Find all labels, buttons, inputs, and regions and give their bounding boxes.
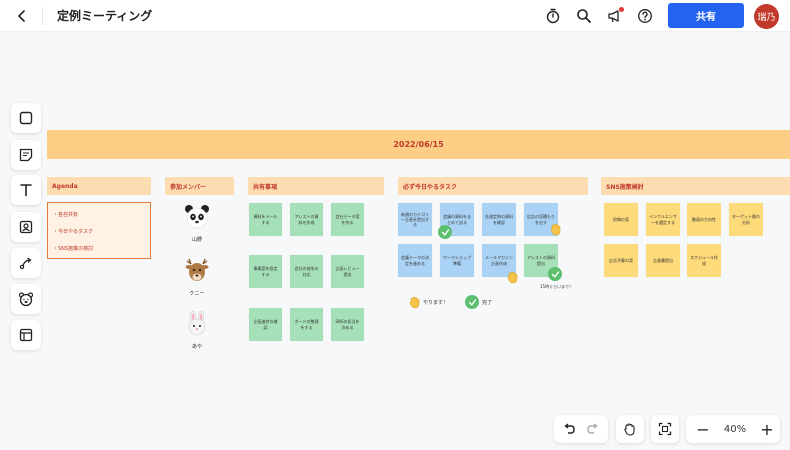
search-button[interactable] [574,6,594,26]
sticky-note[interactable]: SNSの担当を決める [331,308,364,341]
sticky-note[interactable]: スケジュール作成 [687,244,721,277]
redo-button[interactable] [581,417,605,441]
timer-button[interactable] [543,6,563,26]
text-tool-button[interactable] [11,175,41,205]
sticky-note[interactable]: 先週定例の資料を確認 [482,203,516,236]
chevron-left-icon [17,10,25,22]
undo-button[interactable] [557,417,581,441]
template-tool-button[interactable] [11,320,41,350]
member-panda[interactable]: 山野 [177,204,217,243]
sticky-note[interactable]: 企画書提出 [646,244,680,277]
zoom-control: − 40% + [686,415,780,443]
sticky-note[interactable]: ワークショップ準備 [440,244,474,277]
template-icon [19,328,33,342]
sticky-note[interactable]: 広告予算の案 [604,244,638,277]
check-stamp-icon[interactable] [548,267,562,281]
user-avatar[interactable]: 瑞乃 [754,4,779,29]
members-header[interactable]: 参加メンバー [165,177,234,195]
member-deer[interactable]: ケニー [177,258,217,297]
sticky-note[interactable]: 会社データ案を作る [331,203,364,236]
hand-stamp-icon[interactable] [506,270,520,284]
board-title[interactable]: 定例ミーティング [57,7,152,24]
image-tool-button[interactable] [11,212,41,242]
notification-dot [619,7,624,12]
timer-icon [546,8,560,24]
hand-legend-icon [409,296,420,309]
date-banner[interactable]: 2022/06/15 [47,130,790,159]
agenda-header-label: Agenda [52,182,78,190]
today-tasks-header[interactable]: 必ず今日やるタスク [398,177,588,195]
sticky-note-tool-button[interactable] [11,140,41,170]
agenda-box[interactable]: ・各自共有 ・今日やるタスク ・SNS施策の検討 [47,202,151,259]
shared-header-label: 共有事項 [253,183,278,191]
pan-button[interactable] [616,415,644,443]
today-tasks-header-label: 必ず今日やるタスク [403,183,458,191]
text-icon [20,184,32,197]
connector-tool-button[interactable] [11,248,41,278]
undo-icon [564,423,575,434]
agenda-item: ・今日やるタスク [53,229,94,235]
undo-redo-group [554,415,608,443]
sticky-note[interactable]: 動画の方向性 [687,203,721,236]
stamp-tool-button[interactable] [11,284,41,314]
share-button[interactable]: 共有 [668,3,744,28]
sticky-note[interactable]: インフルエンサーを選定する [646,203,680,236]
sticky-note[interactable]: 会社の各所の対応 [290,255,323,288]
member-name: あや [191,344,202,350]
date-label: 2022/06/15 [393,140,444,149]
shape-tool-button[interactable] [11,103,41,133]
shared-header[interactable]: 共有事項 [248,177,384,195]
image-icon [19,220,33,234]
bear-icon [18,292,34,307]
zoom-in-button[interactable]: + [755,417,779,441]
agenda-header[interactable]: Agenda [47,177,151,195]
due-note[interactable]: 15時ぐらいまで！ [540,284,573,290]
sticky-note[interactable]: 資料をメールする [249,203,282,236]
sticky-note[interactable]: 会議テーマの決定を進める [398,244,432,277]
redo-icon [587,423,598,434]
help-button[interactable] [635,6,655,26]
sticky-note[interactable]: 企画進捗の確認 [249,308,282,341]
fit-to-screen-button[interactable] [651,415,679,443]
rabbit-icon [188,310,206,336]
help-icon [638,9,652,23]
zoom-level[interactable]: 40% [715,424,755,435]
member-rabbit[interactable]: あや [177,310,217,350]
legend-done-label: 完了 [482,300,493,306]
sticky-note[interactable]: 新規のカテゴリー企画を提出する [398,203,432,236]
agenda-item: ・SNS施策の検討 [53,246,94,252]
sns-header[interactable]: SNS施策検討 [601,177,790,195]
sticky-note[interactable]: 企画レビュー提出 [331,255,364,288]
agenda-item: ・各自共有 [53,212,79,218]
connector-icon [19,257,32,270]
hand-stamp-icon[interactable] [549,222,563,236]
sticky-note[interactable]: ボードの整理をする [290,308,323,341]
search-icon [577,9,591,23]
sticky-note[interactable]: アレストの資料を作成 [290,203,323,236]
square-icon [19,111,33,125]
announcement-button[interactable] [605,6,625,26]
title-divider [42,7,43,25]
panda-icon [185,205,209,229]
sticky-note[interactable]: ターゲット層の分析 [729,203,763,236]
top-bar: 定例ミーティング 共有 瑞乃 [0,0,790,32]
legend-doing-label: やります！ [423,300,449,306]
sns-header-label: SNS施策検討 [606,183,644,191]
deer-icon [185,258,209,281]
check-stamp-icon[interactable] [438,225,452,239]
member-name: 山野 [191,237,202,243]
sticky-note[interactable]: 投稿の案 [604,203,638,236]
check-legend-icon [465,295,479,309]
member-name: ケニー [189,291,205,297]
hand-icon [624,423,635,436]
fit-screen-icon [658,422,672,436]
members-header-label: 参加メンバー [170,183,207,191]
sticky-note[interactable]: 事業案を設定する [249,255,282,288]
zoom-out-button[interactable]: − [691,417,715,441]
sticky-note-icon [19,148,33,162]
back-button[interactable] [12,6,32,26]
